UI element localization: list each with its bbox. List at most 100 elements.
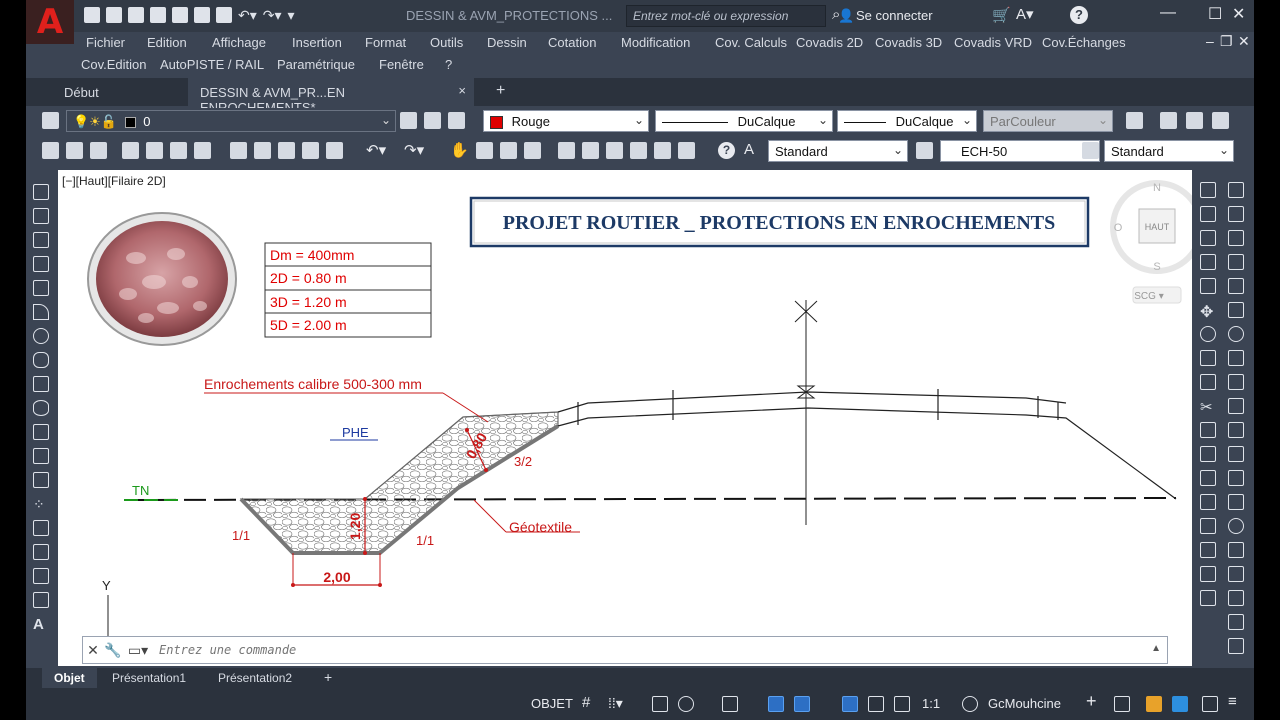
sheet-set-icon[interactable] — [630, 142, 647, 159]
trim-icon[interactable]: ✂ — [1200, 398, 1216, 416]
menu-dessin[interactable]: Dessin — [487, 35, 527, 50]
rectangle-icon[interactable] — [33, 280, 49, 296]
redo-icon[interactable]: ↷▾ — [263, 7, 282, 23]
menu-fenetre[interactable]: Fenêtre — [379, 57, 424, 72]
dim-diameter-icon[interactable] — [1228, 326, 1244, 342]
3d-print-icon[interactable] — [194, 142, 211, 159]
insert-block-icon[interactable] — [33, 448, 49, 464]
dim-arc-icon[interactable] — [1228, 230, 1244, 246]
new-tab-button[interactable]: + — [484, 78, 517, 106]
copy-object-icon[interactable] — [1200, 206, 1216, 222]
auto-scale-icon[interactable] — [868, 696, 884, 712]
viewcube[interactable] — [1110, 180, 1192, 304]
text-style-icon[interactable]: A — [744, 141, 754, 158]
close-window-icon[interactable]: ✕ — [1232, 4, 1245, 24]
annotation-scale-icon[interactable] — [894, 696, 910, 712]
zoom-window-icon[interactable] — [500, 142, 517, 159]
extend-icon[interactable] — [1200, 422, 1216, 438]
polygon-icon[interactable] — [33, 256, 49, 272]
table-icon[interactable] — [33, 592, 49, 608]
markup-icon[interactable] — [654, 142, 671, 159]
search-input[interactable]: Entrez mot-clé ou expression — [626, 5, 826, 27]
calculator-icon[interactable] — [678, 142, 695, 159]
construction-line-icon[interactable] — [33, 208, 49, 224]
zoom-realtime-icon[interactable] — [476, 142, 493, 159]
undo-icon[interactable]: ↶▾ — [238, 7, 257, 23]
cart-icon[interactable]: 🛒 — [992, 6, 1011, 24]
array-icon[interactable] — [1200, 278, 1216, 294]
text-style-dropdown[interactable]: Standard ⌄ — [768, 140, 908, 162]
save-as-icon[interactable] — [150, 7, 166, 23]
hatch-icon[interactable] — [33, 520, 49, 536]
menu-autopiste-rail[interactable]: AutoPISTE / RAIL — [160, 57, 264, 72]
new-icon[interactable] — [84, 7, 100, 23]
offset-icon[interactable] — [1200, 254, 1216, 270]
plotstyle-dropdown[interactable]: ParCouleur ⌄ — [983, 110, 1113, 132]
plus-icon[interactable]: + — [1086, 691, 1097, 712]
tab-presentation2[interactable]: Présentation2 — [206, 668, 304, 688]
grid-icon[interactable]: # — [582, 695, 598, 712]
chamfer-icon[interactable] — [1200, 494, 1216, 510]
paste-icon[interactable] — [278, 142, 295, 159]
dim-break-icon[interactable] — [1228, 470, 1244, 486]
quick-dim-icon[interactable] — [1228, 374, 1244, 390]
edit-polyline-icon[interactable] — [1200, 590, 1216, 606]
break-icon[interactable] — [1200, 446, 1216, 462]
qat-dropdown-icon[interactable]: ▾ — [288, 7, 295, 23]
tolerance-icon[interactable] — [1228, 494, 1244, 510]
move-icon[interactable]: ✥ — [1200, 302, 1216, 321]
autodesk-a360-icon[interactable]: A▾ — [1016, 5, 1034, 23]
dim-update-icon[interactable] — [1228, 638, 1244, 654]
isodraft-icon[interactable] — [722, 696, 738, 712]
menu-covadis-3d[interactable]: Covadis 3D — [875, 35, 942, 50]
menu-edition[interactable]: Edition — [147, 35, 187, 50]
save-icon[interactable] — [128, 7, 144, 23]
polyline-icon[interactable] — [33, 232, 49, 248]
inspection-icon[interactable] — [1228, 542, 1244, 558]
design-center-icon[interactable] — [582, 142, 599, 159]
dim-style-icon[interactable] — [916, 142, 933, 159]
polar-icon[interactable] — [678, 696, 694, 712]
table-style-icon[interactable] — [1082, 142, 1099, 159]
menu-outils[interactable]: Outils — [430, 35, 463, 50]
model-space-toggle[interactable]: OBJET — [531, 696, 573, 711]
menu-help[interactable]: ? — [445, 57, 452, 72]
clean-screen-toggle-icon[interactable] — [1172, 696, 1188, 712]
dim-linear-icon[interactable] — [1228, 182, 1244, 198]
lineweight-dropdown[interactable]: DuCalque ⌄ — [837, 110, 977, 132]
dim-ordinate-icon[interactable] — [1228, 254, 1244, 270]
jogged-linear-icon[interactable] — [1228, 566, 1244, 582]
add-layout-button[interactable]: + — [312, 668, 344, 688]
osnap-track-icon[interactable] — [768, 696, 784, 712]
menu-insertion[interactable]: Insertion — [292, 35, 342, 50]
match-properties-icon[interactable] — [1160, 112, 1177, 129]
dim-continue-icon[interactable] — [1228, 422, 1244, 438]
menu-covadis-2d[interactable]: Covadis 2D — [796, 35, 863, 50]
menu-parametrique[interactable]: Paramétrique — [277, 57, 355, 72]
snap-icon[interactable]: ⁞⁞▾ — [608, 696, 624, 712]
fillet-icon[interactable] — [1200, 518, 1216, 534]
dim-style-dropdown[interactable]: ECH-50 ⌄ — [940, 140, 1100, 162]
tab-drawing[interactable]: DESSIN & AVM_PR...EN ENROCHEMENTS* × — [188, 78, 474, 115]
tool-palettes-icon[interactable] — [606, 142, 623, 159]
revcloud-icon[interactable] — [33, 352, 49, 368]
open-file-icon[interactable] — [66, 142, 83, 159]
copy-icon[interactable] — [254, 142, 271, 159]
line-icon[interactable] — [33, 184, 49, 200]
dim-text-edit-icon[interactable] — [1228, 614, 1244, 630]
ellipse-icon[interactable] — [33, 400, 49, 416]
erase-icon[interactable] — [1200, 182, 1216, 198]
mirror-icon[interactable] — [1200, 230, 1216, 246]
ellipse-arc-icon[interactable] — [33, 424, 49, 440]
match-prop-icon[interactable] — [302, 142, 319, 159]
join-icon[interactable] — [1200, 470, 1216, 486]
isolate-objects-icon[interactable] — [1114, 696, 1130, 712]
print-icon[interactable] — [216, 7, 232, 23]
layer-match-icon[interactable] — [424, 112, 441, 129]
tab-objet[interactable]: Objet — [42, 668, 97, 688]
fullscreen-icon[interactable] — [1202, 696, 1218, 712]
layer-isolate-icon[interactable] — [448, 112, 465, 129]
tab-close-icon[interactable]: × — [458, 83, 466, 98]
region-icon[interactable] — [33, 568, 49, 584]
layer-manager-icon[interactable] — [42, 112, 59, 129]
